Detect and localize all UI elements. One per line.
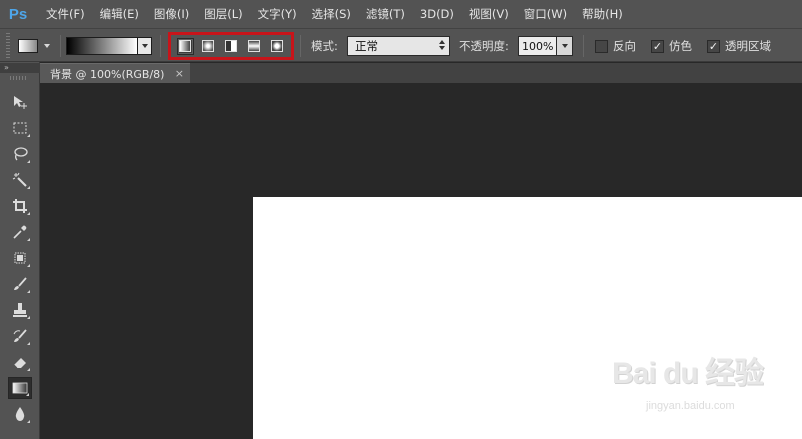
tool-preset-icon <box>18 39 38 53</box>
watermark-url: jingyan.baidu.com <box>646 400 735 412</box>
reverse-checkbox[interactable]: 反向 <box>595 38 636 54</box>
tools-panel: » <box>0 62 40 439</box>
dither-checkbox[interactable]: ✓ 仿色 <box>651 38 692 54</box>
tools-panel-grip[interactable] <box>10 76 28 80</box>
separator <box>583 35 584 57</box>
options-bar: 模式: 正常 不透明度: 100% 反向 ✓ 仿色 ✓ 透明区域 <box>0 28 802 62</box>
separator <box>60 35 61 57</box>
healing-brush-tool[interactable] <box>8 247 32 269</box>
lasso-tool[interactable] <box>8 143 32 165</box>
document-tab-title: 背景 @ 100%(RGB/8) <box>50 67 165 81</box>
options-bar-grip[interactable] <box>6 33 10 59</box>
eyedropper-icon <box>13 225 27 239</box>
watermark-main: Bai du 经验 <box>612 357 764 390</box>
document-tab-strip: 背景 @ 100%(RGB/8) × <box>40 63 802 83</box>
radial-gradient-button[interactable] <box>200 38 217 55</box>
reverse-checkbox-box[interactable] <box>595 39 608 53</box>
tool-preset-picker[interactable] <box>18 37 56 55</box>
eraser-icon <box>13 358 26 369</box>
menu-layer[interactable]: 图层(L) <box>204 6 242 22</box>
menu-bar: Ps 文件(F) 编辑(E) 图像(I) 图层(L) 文字(Y) 选择(S) 滤… <box>0 0 802 28</box>
menu-select[interactable]: 选择(S) <box>312 6 351 22</box>
menu-filter[interactable]: 滤镜(T) <box>366 6 405 22</box>
dither-checkmark-icon[interactable]: ✓ <box>651 39 664 53</box>
transparency-checkmark-icon[interactable]: ✓ <box>707 39 720 53</box>
reflected-gradient-icon <box>247 40 260 52</box>
eyedropper-tool[interactable] <box>8 221 32 243</box>
menu-image[interactable]: 图像(I) <box>154 6 189 22</box>
close-icon[interactable]: × <box>175 67 184 80</box>
menu-file[interactable]: 文件(F) <box>46 6 85 22</box>
baidu-jingyan-watermark: Bai du 经验 jingyan.baidu.com <box>612 348 800 416</box>
mode-label: 模式: <box>311 39 338 53</box>
menu-items: 文件(F) 编辑(E) 图像(I) 图层(L) 文字(Y) 选择(S) 滤镜(T… <box>46 6 638 22</box>
marquee-tool[interactable] <box>8 117 32 139</box>
document-tab[interactable]: 背景 @ 100%(RGB/8) × <box>40 63 190 83</box>
clone-stamp-tool[interactable] <box>8 299 32 321</box>
menu-type[interactable]: 文字(Y) <box>258 6 297 22</box>
chevron-down-icon <box>561 44 568 48</box>
menu-window[interactable]: 窗口(W) <box>524 6 567 22</box>
diamond-gradient-button[interactable] <box>268 38 285 55</box>
angle-gradient-button[interactable] <box>222 38 239 55</box>
lasso-icon <box>14 147 28 161</box>
history-brush-tool[interactable] <box>8 325 32 347</box>
brush-icon <box>14 277 27 290</box>
spot-healing-icon <box>14 252 26 264</box>
gradient-type-group <box>168 32 294 60</box>
gradient-dropdown-button[interactable] <box>137 38 151 54</box>
reverse-label: 反向 <box>613 39 636 53</box>
transparency-checkbox[interactable]: ✓ 透明区域 <box>707 38 771 54</box>
blur-tool[interactable] <box>8 403 32 425</box>
linear-gradient-icon <box>179 40 192 52</box>
separator <box>300 35 301 57</box>
magic-wand-tool[interactable] <box>8 169 32 191</box>
opacity-slider-button[interactable] <box>556 37 572 55</box>
chevron-down-icon <box>44 44 50 48</box>
menu-view[interactable]: 视图(V) <box>469 6 509 22</box>
mode-value: 正常 <box>355 39 378 53</box>
menu-help[interactable]: 帮助(H) <box>582 6 623 22</box>
dither-label: 仿色 <box>669 39 692 53</box>
opacity-value[interactable]: 100% <box>519 37 556 55</box>
eraser-tool[interactable] <box>8 351 32 373</box>
radial-gradient-icon <box>202 40 215 52</box>
move-tool[interactable] <box>8 91 32 113</box>
menu-3d[interactable]: 3D(D) <box>420 7 454 21</box>
brush-tool[interactable] <box>8 273 32 295</box>
gradient-tool[interactable] <box>8 377 32 399</box>
crop-icon <box>13 199 27 213</box>
blur-drop-icon <box>15 407 25 421</box>
mode-select[interactable]: 正常 <box>347 36 450 56</box>
history-brush-icon <box>13 329 27 342</box>
collapse-panel-icon[interactable]: » <box>0 63 40 73</box>
clone-stamp-icon <box>13 303 27 317</box>
photoshop-logo: Ps <box>8 5 28 23</box>
rectangular-marquee-icon <box>13 122 27 134</box>
opacity-label: 不透明度: <box>459 39 509 53</box>
separator <box>160 35 161 57</box>
menu-edit[interactable]: 编辑(E) <box>100 6 139 22</box>
transparency-label: 透明区域 <box>725 39 771 53</box>
select-arrows-icon <box>439 40 445 50</box>
chevron-down-icon <box>141 44 148 48</box>
angle-gradient-icon <box>224 40 237 52</box>
gradient-picker[interactable] <box>66 37 152 55</box>
gradient-preview[interactable] <box>67 38 137 54</box>
move-icon <box>14 96 27 109</box>
crop-tool[interactable] <box>8 195 32 217</box>
diamond-gradient-icon <box>270 40 283 52</box>
opacity-field[interactable]: 100% <box>518 36 573 56</box>
linear-gradient-button[interactable] <box>176 37 194 55</box>
reflected-gradient-button[interactable] <box>245 38 262 55</box>
magic-wand-icon <box>12 172 27 187</box>
